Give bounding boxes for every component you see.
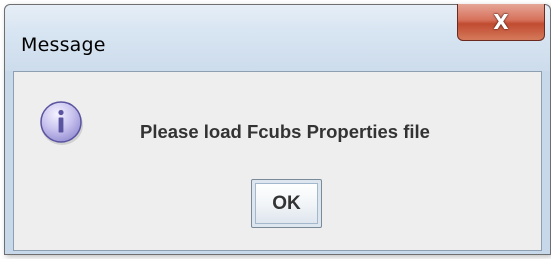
close-button[interactable]: X — [457, 4, 545, 41]
close-icon: X — [493, 10, 509, 34]
title-bar[interactable]: Message X — [5, 4, 550, 71]
dialog-body: Please load Fcubs Properties file OK — [13, 71, 542, 251]
dialog-title: Message — [21, 34, 106, 56]
ok-button-label: OK — [255, 183, 318, 224]
info-icon — [40, 101, 83, 145]
message-text: Please load Fcubs Properties file — [140, 121, 430, 142]
ok-button[interactable]: OK — [251, 179, 322, 228]
message-dialog: Message X Please load Fcubs Properties f… — [4, 4, 551, 255]
